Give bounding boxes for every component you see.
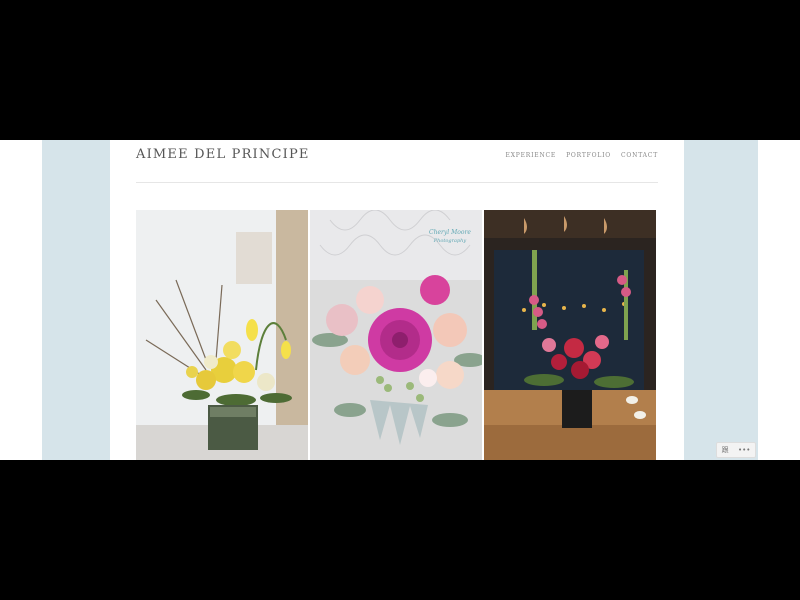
floating-toolbar[interactable]: 跟 ••• <box>716 442 756 458</box>
toolbar-left-glyph[interactable]: 跟 <box>722 445 729 455</box>
site-title[interactable]: AIMEE DEL PRINCIPE <box>136 147 310 162</box>
letterbox-bottom <box>0 460 800 600</box>
nav-item-contact[interactable]: CONTACT <box>621 152 658 159</box>
svg-text:Cheryl Moore: Cheryl Moore <box>429 229 471 236</box>
right-background-panel <box>684 140 758 460</box>
header-divider <box>136 182 658 183</box>
portfolio-gallery: Cheryl Moore Photography <box>136 210 656 460</box>
page-content: AIMEE DEL PRINCIPE EXPERIENCE PORTFOLIO … <box>110 140 684 460</box>
gallery-image-dahlia-bouquet[interactable]: Cheryl Moore Photography <box>310 210 482 460</box>
nav-item-experience[interactable]: EXPERIENCE <box>506 152 557 159</box>
svg-text:Photography: Photography <box>433 238 467 244</box>
main-nav: EXPERIENCE PORTFOLIO CONTACT <box>506 152 658 159</box>
browser-viewport: AIMEE DEL PRINCIPE EXPERIENCE PORTFOLIO … <box>0 140 800 460</box>
gallery-image-red-rose-arrangement[interactable] <box>484 210 656 460</box>
more-options-icon[interactable]: ••• <box>738 446 750 454</box>
nav-item-portfolio[interactable]: PORTFOLIO <box>566 152 611 159</box>
letterbox-top <box>0 0 800 140</box>
gallery-image-yellow-arrangement[interactable] <box>136 210 308 460</box>
left-background-panel <box>42 140 110 460</box>
